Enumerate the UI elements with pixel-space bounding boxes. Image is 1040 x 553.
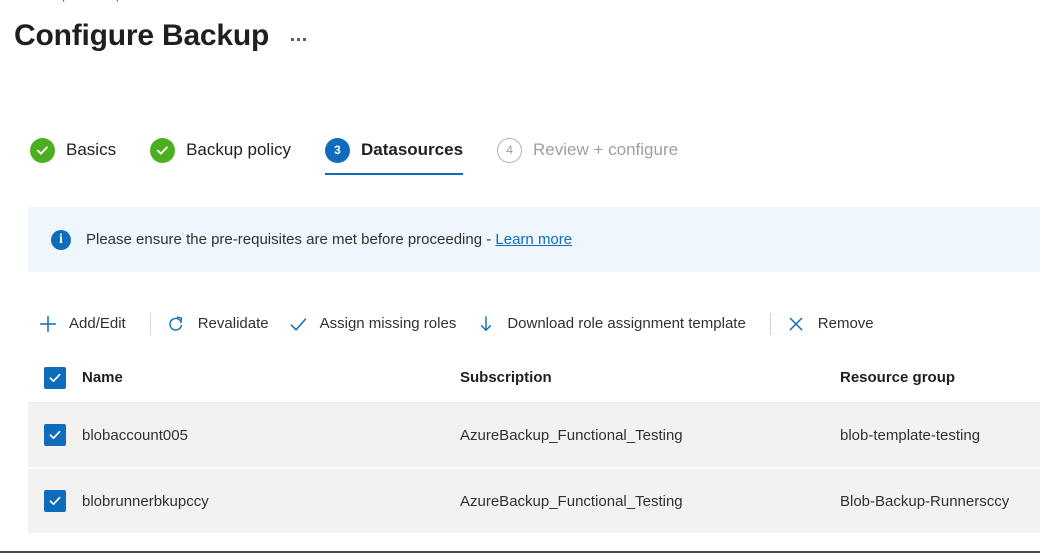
table-header-row: Name Subscription Resource group <box>28 353 1040 403</box>
plus-icon <box>38 315 57 334</box>
check-circle-icon <box>30 137 55 163</box>
wizard-step-label: Review + configure <box>533 140 679 159</box>
command-label: Remove <box>817 315 874 332</box>
table-row[interactable]: blobaccount005 AzureBackup_Functional_Te… <box>28 403 1040 469</box>
column-header-subscription[interactable]: Subscription <box>460 369 840 386</box>
row-checkbox[interactable] <box>44 424 66 446</box>
wizard-step-label: Basics <box>66 140 117 159</box>
add-edit-button[interactable]: Add/Edit <box>32 307 140 341</box>
row-select-cell <box>36 490 82 512</box>
command-label: Add/Edit <box>69 315 126 332</box>
info-banner: i Please ensure the pre-requisites are m… <box>28 207 1040 272</box>
row-select-cell <box>36 424 82 446</box>
page-title: Configure Backup <box>14 19 270 52</box>
cell-name: blobaccount005 <box>82 426 188 444</box>
assign-missing-roles-button[interactable]: Assign missing roles <box>283 307 471 341</box>
command-label: Download role assignment template <box>507 315 746 332</box>
toolbar-divider <box>769 313 771 335</box>
wizard-step-datasources[interactable]: 3 Datasources <box>317 128 485 175</box>
ellipsis-dot <box>303 37 307 41</box>
toolbar-divider <box>149 313 151 335</box>
refresh-icon <box>167 315 186 334</box>
ellipsis-dot <box>297 37 301 41</box>
checkmark-icon <box>289 315 308 334</box>
wizard-steps: Basics Backup policy 3 Datasources 4 Rev… <box>22 128 700 178</box>
row-checkbox[interactable] <box>44 490 66 512</box>
remove-button[interactable]: Remove <box>781 307 888 341</box>
column-header-name[interactable]: Name <box>82 369 460 386</box>
info-banner-text: Please ensure the pre-requisites are met… <box>86 231 572 248</box>
number-badge-icon: 3 <box>324 137 350 163</box>
wizard-step-label: Datasources <box>360 140 464 159</box>
download-role-assignment-template-button[interactable]: Download role assignment template <box>470 307 759 341</box>
cell-subscription: AzureBackup_Functional_Testing <box>460 492 683 510</box>
command-label: Revalidate <box>197 315 269 332</box>
breadcrumb-item-1[interactable]: vault <box>128 0 155 2</box>
download-arrow-icon <box>476 315 495 334</box>
command-toolbar: Add/Edit Revalidate Assign missing roles <box>32 303 1040 345</box>
info-icon: i <box>51 229 71 250</box>
number-badge-icon: 4 <box>497 137 523 163</box>
select-all-cell <box>36 366 82 389</box>
title-row: Configure Backup <box>14 16 310 56</box>
ellipsis-dot <box>291 37 295 41</box>
wizard-step-basics[interactable]: Basics <box>22 128 138 172</box>
command-label: Assign missing roles <box>319 315 457 332</box>
breadcrumb-item-0[interactable]: Backup vaults <box>26 0 107 2</box>
wizard-step-label: Backup policy <box>186 140 291 159</box>
cell-resource-group: blob-template-testing <box>840 426 981 444</box>
wizard-step-review-configure[interactable]: 4 Review + configure <box>489 128 700 172</box>
check-circle-icon <box>150 137 176 163</box>
select-all-checkbox[interactable] <box>44 366 66 389</box>
configure-backup-blade: Backup vaults | vault Configure Backup B… <box>0 0 1040 553</box>
close-x-icon <box>787 315 806 334</box>
revalidate-button[interactable]: Revalidate <box>161 307 283 341</box>
learn-more-link[interactable]: Learn more <box>495 231 572 248</box>
column-header-resource-group[interactable]: Resource group <box>840 369 1040 386</box>
ellipsis-icon[interactable] <box>287 30 310 43</box>
table-row[interactable]: blobrunnerbkupccy AzureBackup_Functional… <box>28 469 1040 535</box>
breadcrumb[interactable]: Backup vaults | vault <box>26 0 726 3</box>
cell-subscription: AzureBackup_Functional_Testing <box>460 426 683 444</box>
breadcrumb-separator: | <box>111 0 124 2</box>
wizard-step-backup-policy[interactable]: Backup policy <box>142 128 313 172</box>
datasources-table: Name Subscription Resource group blobacc… <box>28 353 1040 551</box>
cell-resource-group: Blob-Backup-Runnersccy <box>840 492 1010 510</box>
info-banner-message: Please ensure the pre-requisites are met… <box>86 231 496 248</box>
cell-name: blobrunnerbkupccy <box>82 492 209 510</box>
